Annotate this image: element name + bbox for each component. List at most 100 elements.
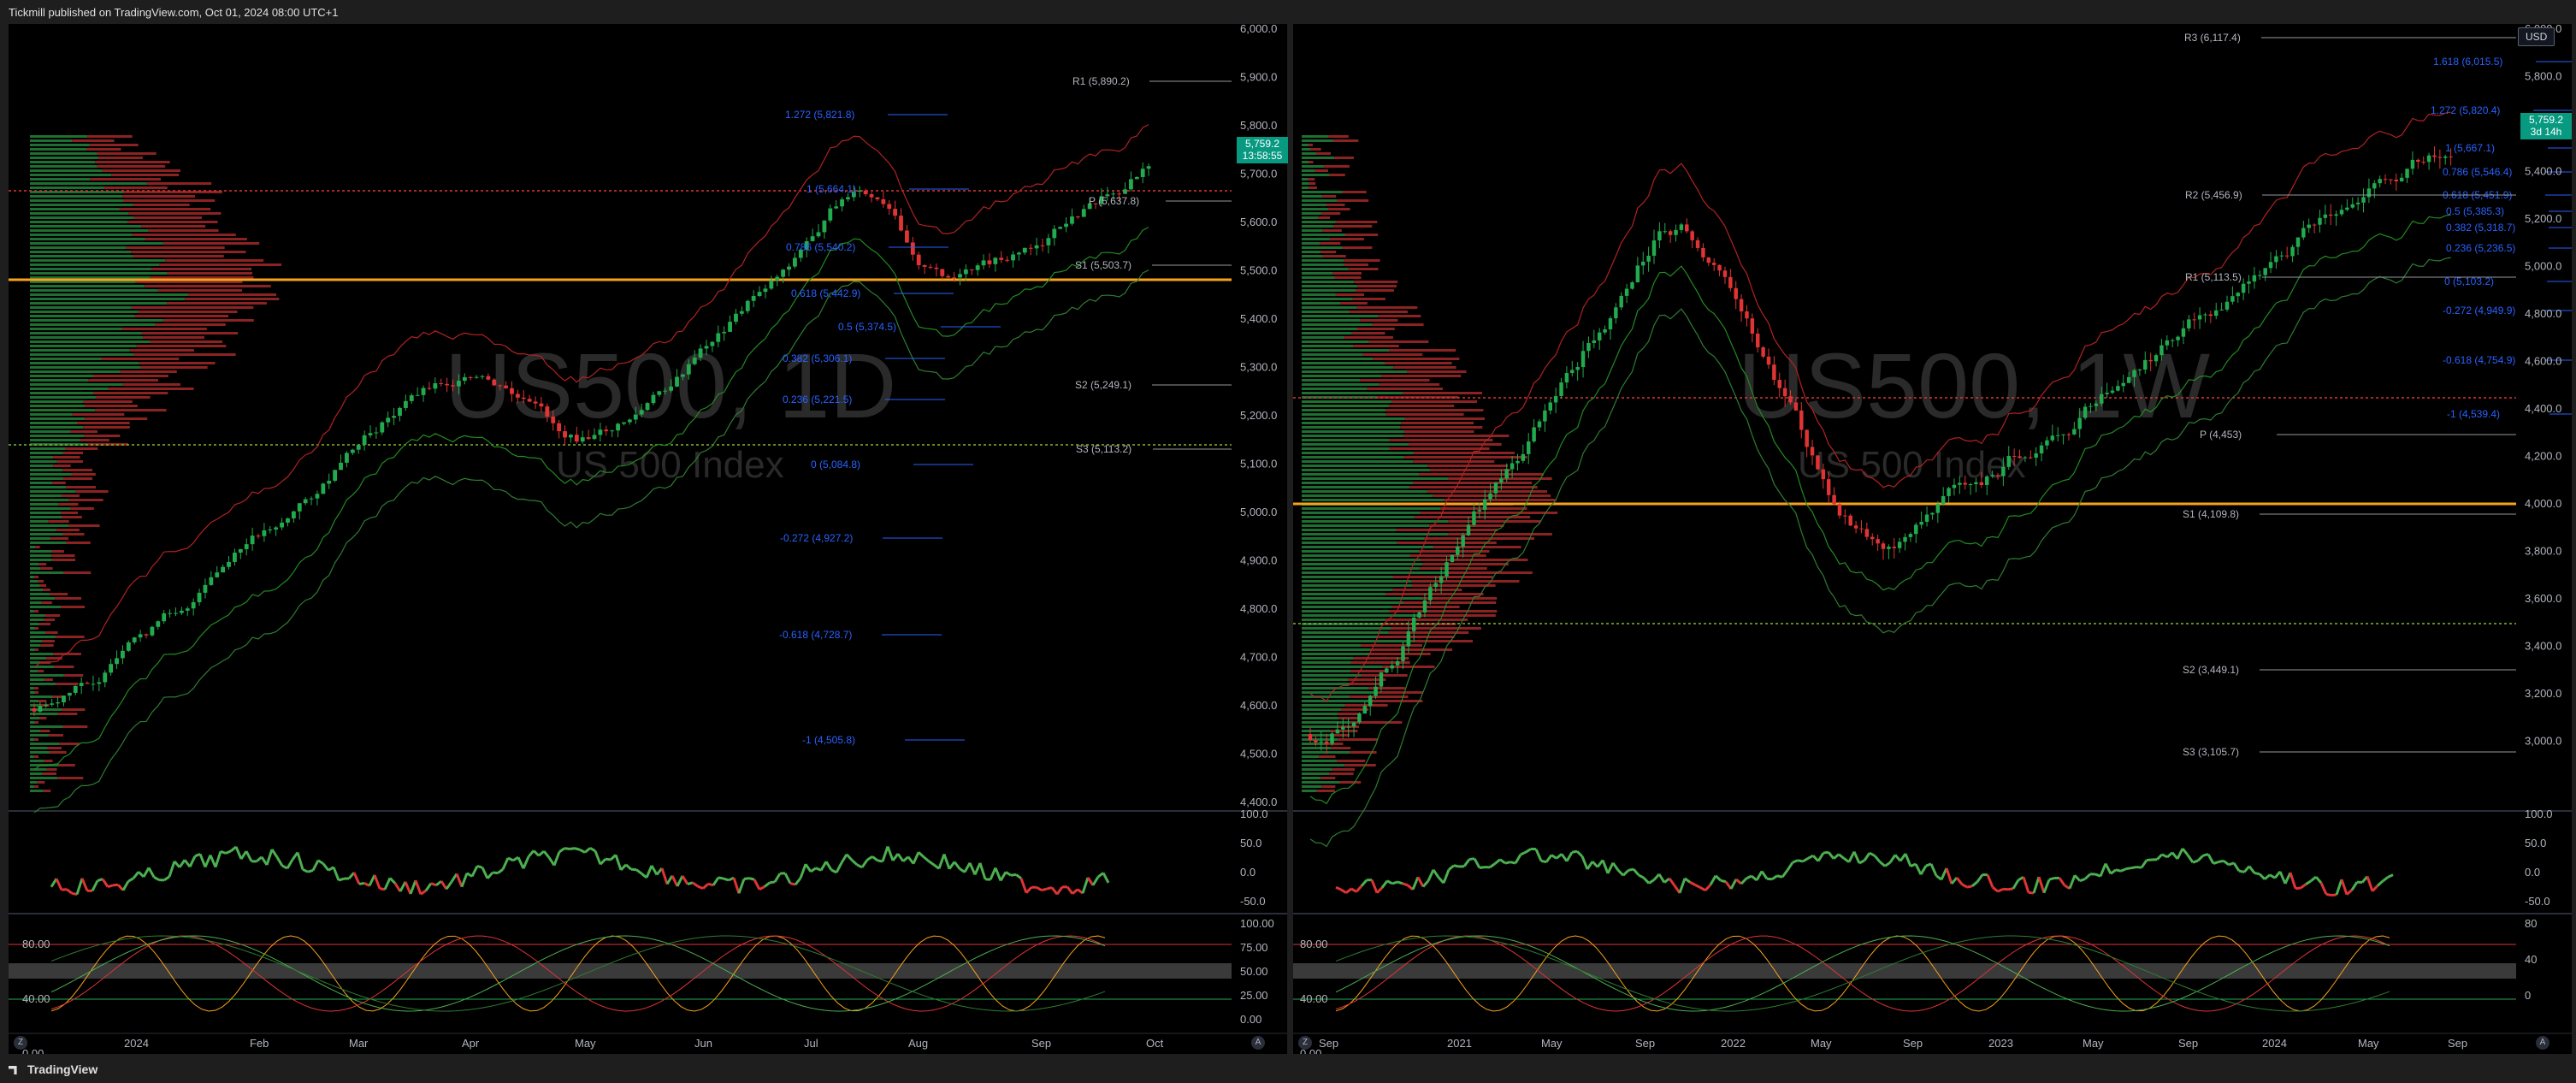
- candle-body: [1140, 169, 1145, 177]
- fib-level-label: -0.272 (4,949.9): [2443, 305, 2515, 317]
- volume-profile-bar: [30, 738, 35, 741]
- volume-profile-bar: [1344, 234, 1379, 236]
- candle-body: [2290, 246, 2295, 257]
- volume-profile-bar: [1302, 700, 1372, 702]
- candle-body: [510, 388, 514, 394]
- rsi-line-segment: [270, 849, 279, 858]
- volume-profile-bar: [1353, 657, 1409, 660]
- candle-body: [1005, 259, 1010, 261]
- volume-profile-bar: [38, 700, 47, 702]
- candle-body: [2236, 293, 2240, 297]
- rsi-line-segment: [773, 873, 782, 883]
- rsi-line-segment: [769, 880, 776, 885]
- candle-body: [421, 388, 426, 395]
- volume-profile-bar: [1302, 447, 1390, 450]
- volume-profile-bar: [51, 554, 75, 557]
- rsi-line-segment: [2042, 879, 2051, 894]
- volume-profile-bar: [1308, 178, 1315, 180]
- volume-profile-bar: [30, 148, 87, 151]
- chart-panel-weekly[interactable]: US500, 1W US 500 Index 1.618 (6,015.5) 1.…: [1293, 24, 2572, 1054]
- rsi-line-segment: [2269, 873, 2276, 879]
- candle-body: [1592, 340, 1597, 344]
- time-axis-label: May: [1811, 1037, 1832, 1050]
- candle-body: [681, 374, 685, 377]
- volume-profile-bar: [133, 216, 202, 219]
- publish-line: Tickmill published on TradingView.com, O…: [9, 6, 339, 19]
- rsi-line-segment: [2258, 873, 2266, 880]
- last-price: 5,759.2: [2528, 114, 2564, 126]
- volume-profile-bar: [1352, 298, 1385, 300]
- chart-panel-daily[interactable]: US500, 1D US 500 Index 1.272 (5,821.8) 1 …: [9, 24, 1288, 1054]
- candle-body: [1745, 311, 1749, 319]
- rsi-line-segment: [968, 862, 977, 876]
- rsi-line-segment: [2300, 883, 2307, 890]
- volume-profile-bar: [1353, 345, 1399, 347]
- volume-profile-bar: [30, 353, 134, 356]
- candle-body: [1782, 388, 1787, 397]
- price-axis-label: 4,400.0: [1240, 796, 1277, 808]
- timezone-button[interactable]: Z: [1298, 1036, 1312, 1050]
- rsi-line-segment: [845, 853, 854, 861]
- candle-body: [981, 260, 986, 266]
- rsi-line-segment: [2146, 858, 2153, 861]
- volume-profile-bar: [1302, 529, 1397, 531]
- rsi-line-segment: [1041, 887, 1048, 892]
- auto-scale-button[interactable]: A: [1251, 1036, 1265, 1050]
- daily-chart-canvas[interactable]: US500, 1D US 500 Index 1.272 (5,821.8)1 …: [9, 24, 1287, 1054]
- rsi-line-segment: [373, 874, 381, 890]
- price-axis-label: 3,400.0: [2525, 640, 2561, 653]
- rsi-line-segment: [2192, 859, 2199, 864]
- rsi-line-segment: [2155, 853, 2164, 861]
- rsi-line-segment: [2248, 865, 2256, 874]
- volume-profile-bar: [1339, 781, 1362, 784]
- volume-profile-bar: [1302, 349, 1390, 352]
- weekly-chart-canvas[interactable]: US500, 1W US 500 Index 1.618 (6,015.5) 1.…: [1293, 24, 2572, 1054]
- rsi-line-segment: [61, 888, 68, 891]
- volume-profile-bar: [30, 550, 52, 553]
- volume-profile-bar: [1302, 717, 1339, 719]
- volume-profile-bar: [148, 229, 219, 232]
- volume-profile-bar: [1378, 315, 1421, 317]
- volume-profile-bar: [1302, 683, 1350, 685]
- candle-body: [610, 430, 615, 432]
- candle-body: [2312, 224, 2317, 226]
- candle-body: [2034, 453, 2038, 458]
- volume-profile-bar: [1302, 165, 1324, 168]
- rsi-line-segment: [928, 860, 935, 867]
- currency-button[interactable]: USD: [2518, 27, 2555, 46]
- volume-profile-bar: [68, 499, 103, 501]
- volume-profile-bar: [1302, 298, 1353, 300]
- candle-body: [504, 385, 508, 388]
- rsi-line-segment: [2181, 847, 2189, 856]
- volume-profile-bar: [83, 400, 133, 403]
- rsi-line-segment: [2314, 876, 2323, 884]
- chart-watermark-subtitle: US 500 Index: [1798, 444, 2026, 486]
- tradingview-logo[interactable]: TradingView: [9, 1062, 97, 1076]
- pivot-label: S1 (4,109.8): [2183, 508, 2239, 520]
- rsi-line-segment: [2350, 881, 2359, 891]
- volume-profile-bar: [1385, 593, 1484, 595]
- rsi-line-segment: [1386, 879, 1393, 885]
- auto-scale-button[interactable]: A: [2536, 1036, 2549, 1050]
- candle-body: [1537, 421, 1542, 428]
- volume-profile-bar: [34, 721, 38, 724]
- rsi-line-segment: [1350, 887, 1357, 893]
- rsi-line-segment: [358, 881, 365, 885]
- volume-profile-bar: [52, 482, 66, 484]
- rsi-line-segment: [1340, 888, 1347, 894]
- time-axis-label: Jun: [694, 1037, 712, 1050]
- volume-profile-bar: [143, 336, 204, 339]
- fib-level-label: 0 (5,084.8): [811, 459, 860, 470]
- timezone-button[interactable]: Z: [14, 1036, 27, 1050]
- rsi-line-segment: [1427, 869, 1435, 882]
- volume-profile-bar: [30, 597, 56, 600]
- candle-body: [769, 280, 774, 289]
- candle-body: [2072, 429, 2077, 435]
- volume-profile-bar: [1302, 713, 1338, 715]
- volume-profile-bar: [1302, 512, 1421, 514]
- volume-profile-bar: [30, 666, 55, 668]
- volume-profile-bar: [1302, 567, 1420, 570]
- candle-body: [380, 422, 385, 433]
- candle-body: [910, 242, 915, 255]
- volume-profile-bar: [1302, 490, 1427, 493]
